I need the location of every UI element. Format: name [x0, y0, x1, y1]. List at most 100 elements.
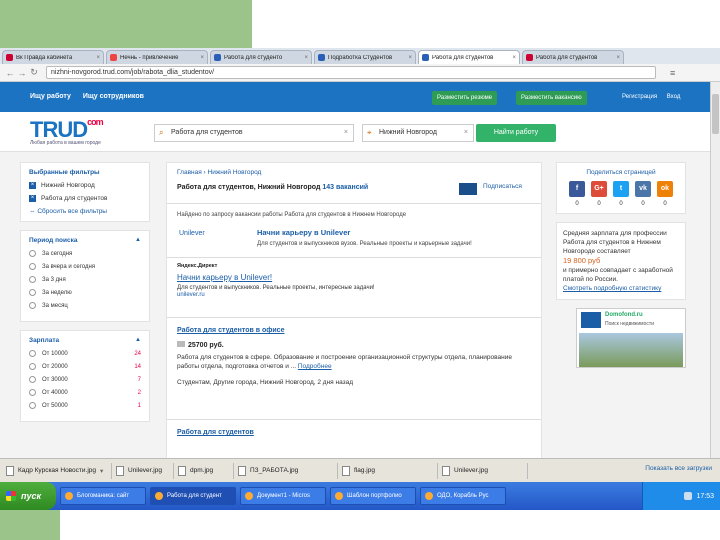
windows-taskbar: пуск Блогоманика: сайт Работа для студен…: [0, 482, 720, 510]
filters-column: Выбранные фильтры × Нижний Новгород × Рабо…: [20, 162, 150, 430]
download-item[interactable]: Кадр Курская Новости.jpg ▾: [2, 462, 112, 479]
period-option[interactable]: За 3 дня: [29, 276, 141, 283]
salary-option[interactable]: От 20000 14: [29, 363, 141, 370]
banner-brand: Domofond.ru: [605, 312, 643, 318]
browser-toolbar: ← → ↻ nizhni-novgorod.trud.com/job/rabot…: [0, 64, 720, 82]
forward-arrow-icon[interactable]: →: [16, 68, 28, 78]
download-item[interactable]: dpm.jpg: [174, 462, 234, 479]
vacancy-title[interactable]: Работа для студентов в офисе: [177, 327, 533, 334]
taskbar-item[interactable]: Документ1 - Micros: [240, 487, 326, 505]
browser-tab[interactable]: Работа для студентов ×: [522, 50, 624, 64]
taskbar-item[interactable]: Блогоманика: сайт: [60, 487, 146, 505]
download-item[interactable]: Unilever.jpg: [112, 462, 174, 479]
share-counts: 0 0 0 0 0: [575, 201, 667, 207]
windows-flag-icon: [6, 491, 16, 501]
download-item[interactable]: Unilever.jpg: [438, 462, 528, 479]
close-icon[interactable]: ×: [512, 55, 516, 61]
clear-icon[interactable]: ×: [464, 125, 468, 141]
social-buttons: f G+ t vk ok: [563, 181, 679, 197]
nav-find-job[interactable]: Ищу работу: [30, 93, 71, 100]
browser-tab[interactable]: Нечнь - привлечение ×: [106, 50, 208, 64]
site-header: Ищу работу Ищу сотрудников Разместить ре…: [0, 82, 710, 112]
ad-url[interactable]: unilever.ru: [177, 292, 533, 298]
tab-favicon-icon: [318, 54, 325, 61]
browser-menu-icon[interactable]: ≡: [670, 68, 675, 78]
nav-find-employees[interactable]: Ищу сотрудников: [83, 93, 144, 100]
share-box: Поделиться страницей f G+ t vk ok 0 0 0 …: [556, 162, 686, 214]
ad-banner[interactable]: Domofond.ru Поиск недвижимости: [576, 308, 686, 368]
ad-title-link[interactable]: Начни карьеру в Unilever!: [177, 273, 533, 282]
browser-tab-active[interactable]: Работа для студентов ×: [418, 50, 520, 64]
odnoklassniki-icon[interactable]: ok: [657, 181, 673, 197]
house-image: [579, 333, 683, 367]
show-all-downloads-link[interactable]: Показать все загрузки: [645, 465, 712, 472]
filter-chip[interactable]: × Работа для студентов: [29, 195, 141, 202]
ad-description: Для студентов и выпускников вузов. Реаль…: [257, 241, 472, 247]
salary-stats-link[interactable]: Смотреть подробную статистику: [563, 285, 661, 292]
vacancy-title[interactable]: Работа для студентов: [177, 429, 533, 436]
period-option[interactable]: За месяц: [29, 302, 141, 309]
app-icon: [65, 492, 73, 500]
download-item[interactable]: flag.jpg: [338, 462, 438, 479]
file-icon: [178, 465, 186, 476]
system-tray: 17:53: [642, 482, 720, 510]
post-vacancy-button[interactable]: Разместить вакансию: [516, 91, 587, 105]
close-icon[interactable]: ×: [616, 55, 620, 61]
browser-tab[interactable]: Подработка Студентов ×: [314, 50, 416, 64]
browser-tab[interactable]: Работа для студенто ×: [210, 50, 312, 64]
money-icon: [177, 341, 185, 347]
twitter-icon[interactable]: t: [613, 181, 629, 197]
reload-icon[interactable]: ↻: [28, 67, 40, 78]
domofond-logo-icon: [581, 312, 601, 328]
site-tagline: Любая работа в вашем городе: [30, 140, 101, 146]
salary-option[interactable]: От 10000 24: [29, 350, 141, 357]
remove-filter-icon[interactable]: ×: [29, 195, 36, 202]
more-link[interactable]: Подробнее: [298, 363, 332, 370]
file-icon: [342, 465, 350, 476]
start-button[interactable]: пуск: [0, 482, 56, 510]
taskbar-item-active[interactable]: Работа для студент: [150, 487, 236, 505]
find-job-button[interactable]: Найти работу: [476, 124, 556, 142]
address-bar[interactable]: nizhni-novgorod.trud.com/job/rabota_dlia…: [46, 66, 656, 79]
google-plus-icon[interactable]: G+: [591, 181, 607, 197]
period-option[interactable]: За сегодня: [29, 250, 141, 257]
salary-note: Средняя зарплата для профессии Работа дл…: [563, 230, 667, 255]
collapse-icon[interactable]: ▲: [135, 237, 141, 243]
salary-note-2: и примерно совпадает с заработной платой…: [563, 267, 673, 283]
post-resume-button[interactable]: Разместить резюме: [432, 91, 498, 105]
facebook-icon[interactable]: f: [569, 181, 585, 197]
period-filter-box: Период поиска ▲ За сегодня За вчера и сег…: [20, 230, 150, 322]
clear-icon[interactable]: ×: [344, 125, 348, 141]
sponsored-banner[interactable]: Unilever Начни карьеру в Unilever Для ст…: [177, 226, 533, 254]
tray-icon[interactable]: [684, 492, 693, 500]
collapse-icon[interactable]: ▲: [135, 337, 141, 343]
salary-option[interactable]: От 50000 1: [29, 402, 141, 409]
filter-chip[interactable]: × Нижний Новгород: [29, 182, 141, 189]
download-item[interactable]: ПЗ_РАБОТА.jpg: [234, 462, 338, 479]
ad-title[interactable]: Начни карьеру в Unilever: [257, 228, 350, 237]
file-icon: [6, 465, 14, 476]
back-arrow-icon[interactable]: ←: [4, 68, 16, 78]
city-input[interactable]: ⌖ Нижний Новгород ×: [362, 124, 474, 142]
login-link[interactable]: Вход: [667, 94, 681, 100]
chevron-down-icon[interactable]: ▾: [100, 467, 103, 475]
vk-icon[interactable]: vk: [635, 181, 651, 197]
job-search-input[interactable]: ⌕ Работа для студентов ×: [154, 124, 354, 142]
salary-option[interactable]: От 30000 7: [29, 376, 141, 383]
register-link[interactable]: Регистрация: [622, 94, 657, 100]
period-option[interactable]: За неделю: [29, 289, 141, 296]
reset-filters-link[interactable]: ⇔ Сбросить все фильтры: [29, 208, 141, 215]
period-option[interactable]: За вчера и сегодня: [29, 263, 141, 270]
screenshot: Вк Правда кабинета × Нечнь - привлечение ×…: [0, 48, 720, 510]
taskbar-item[interactable]: ОДО, Корабль Рус: [420, 487, 506, 505]
taskbar-item[interactable]: Шаблон портфолио: [330, 487, 416, 505]
remove-filter-icon[interactable]: ×: [29, 182, 36, 189]
breadcrumb[interactable]: Главная › Нижний Новгород: [177, 169, 261, 176]
close-icon[interactable]: ×: [408, 55, 412, 61]
close-icon[interactable]: ×: [304, 55, 308, 61]
salary-option[interactable]: От 40000 2: [29, 389, 141, 396]
page-scrollbar[interactable]: [710, 82, 720, 458]
close-icon[interactable]: ×: [200, 55, 204, 61]
close-icon[interactable]: ×: [96, 55, 100, 61]
browser-tab[interactable]: Вк Правда кабинета ×: [2, 50, 104, 64]
